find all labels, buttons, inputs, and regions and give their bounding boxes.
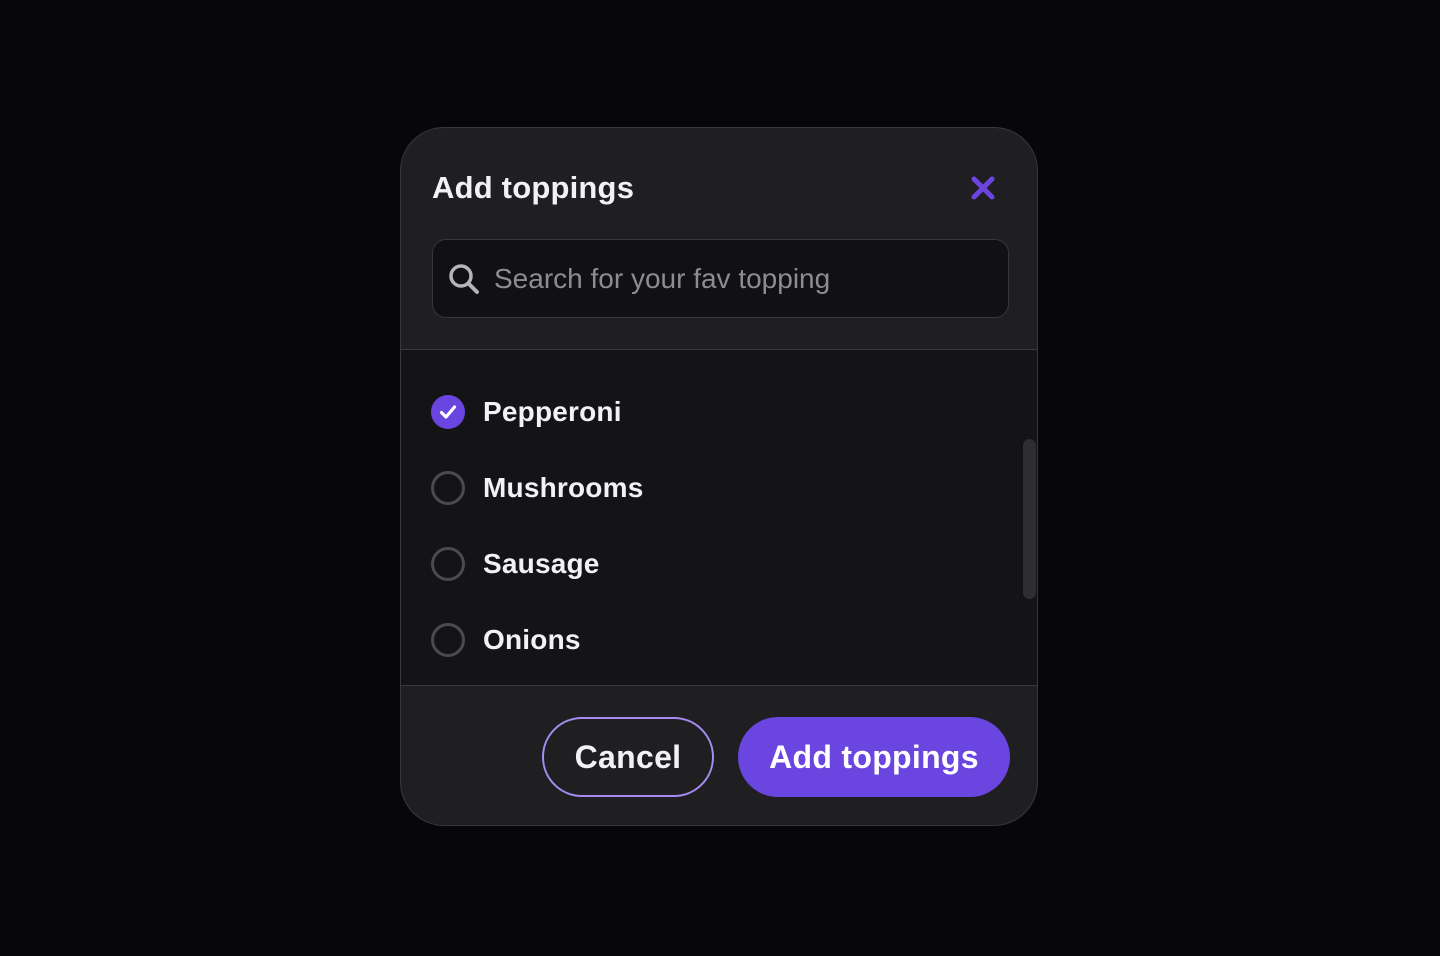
- search-icon: [446, 261, 482, 297]
- radio-button[interactable]: [431, 623, 465, 657]
- cancel-button[interactable]: Cancel: [542, 717, 714, 797]
- topping-label: Pepperoni: [483, 396, 622, 427]
- list-scrollbar[interactable]: [1023, 439, 1036, 599]
- topping-item-pepperoni[interactable]: Pepperoni: [431, 392, 622, 432]
- dialog-header: Add toppings: [401, 128, 1037, 350]
- topping-label: Sausage: [483, 548, 600, 579]
- radio-button[interactable]: [431, 547, 465, 581]
- checkmark-icon: [439, 405, 457, 419]
- dialog-title: Add toppings: [432, 170, 635, 205]
- topping-item-mushrooms[interactable]: Mushrooms: [431, 468, 643, 508]
- add-toppings-button[interactable]: Add toppings: [738, 717, 1010, 797]
- topping-item-onions[interactable]: Onions: [431, 620, 581, 660]
- topping-label: Onions: [483, 624, 581, 655]
- close-icon: [971, 176, 995, 200]
- checked-radio[interactable]: [431, 395, 465, 429]
- search-box[interactable]: [432, 239, 1009, 318]
- topping-label: Mushrooms: [483, 472, 644, 503]
- radio-button[interactable]: [431, 471, 465, 505]
- topping-item-sausage[interactable]: Sausage: [431, 544, 600, 584]
- close-button[interactable]: [967, 172, 999, 204]
- search-input[interactable]: [492, 239, 1008, 318]
- add-toppings-dialog: Add toppings Pepperoni: [400, 127, 1038, 826]
- toppings-list: Pepperoni Mushrooms Sausage Onions: [401, 350, 1037, 686]
